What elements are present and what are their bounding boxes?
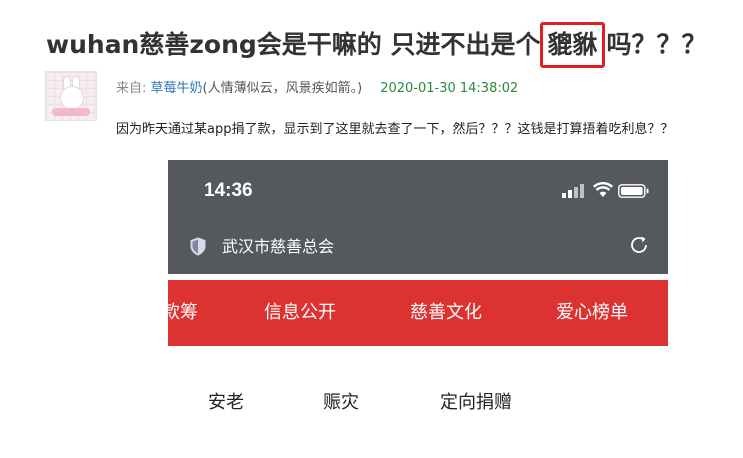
phone-status-bar: 14:36 <box>168 160 668 222</box>
wifi-icon <box>593 182 613 197</box>
tab-info-disclosure[interactable]: 信息公开 <box>264 280 336 346</box>
shield-icon <box>190 237 206 256</box>
author-link[interactable]: 草莓牛奶 <box>151 81 203 96</box>
post-title: wuhan慈善zong会是干嘛的 只进不出是个 貔貅 吗？？？ <box>46 22 707 68</box>
phone-location-bar: 武汉市慈善总会 <box>168 222 668 274</box>
avatar-base <box>52 108 90 116</box>
post-title-tail: 吗？？？ <box>606 30 707 59</box>
phone-screenshot: 14:36 武汉市慈善总会 款筹 信息公开 慈善文化 爱心榜单 安老 赈灾 定向… <box>168 160 668 458</box>
phone-time: 14:36 <box>204 180 253 201</box>
signal-icon <box>562 184 584 198</box>
post-body: 因为昨天通过某app捐了款，显示到了这里就去查了一下，然后？？？这钱是打算捂着吃… <box>116 122 674 137</box>
tab-charity-culture[interactable]: 慈善文化 <box>410 280 482 346</box>
meta-from-label: 来自: <box>116 81 151 96</box>
reload-icon[interactable] <box>628 234 650 256</box>
tab-fundraising[interactable]: 款筹 <box>168 280 198 346</box>
subnav-disaster-relief[interactable]: 赈灾 <box>323 390 359 416</box>
bunny-icon <box>60 86 84 110</box>
battery-icon <box>618 184 649 198</box>
post-meta: 来自: 草莓牛奶(人情薄似云，风景疾如箭。) 2020-01-30 14:38:0… <box>116 79 518 99</box>
phone-nav-bar: 款筹 信息公开 慈善文化 爱心榜单 <box>168 280 668 346</box>
subnav-directed-donation[interactable]: 定向捐赠 <box>440 390 512 416</box>
post-title-highlight: 貔貅 <box>540 22 605 68</box>
post-date: 2020-01-30 14:38:02 <box>380 81 519 96</box>
org-name: 武汉市慈善总会 <box>222 237 335 256</box>
subnav-elderly-care[interactable]: 安老 <box>208 390 244 416</box>
author-motto: (人情薄似云，风景疾如箭。) <box>202 81 363 96</box>
post-title-main: wuhan慈善zong会是干嘛的 只进不出是个 <box>46 30 541 59</box>
avatar[interactable] <box>45 71 97 121</box>
tab-donor-list[interactable]: 爱心榜单 <box>556 280 628 346</box>
